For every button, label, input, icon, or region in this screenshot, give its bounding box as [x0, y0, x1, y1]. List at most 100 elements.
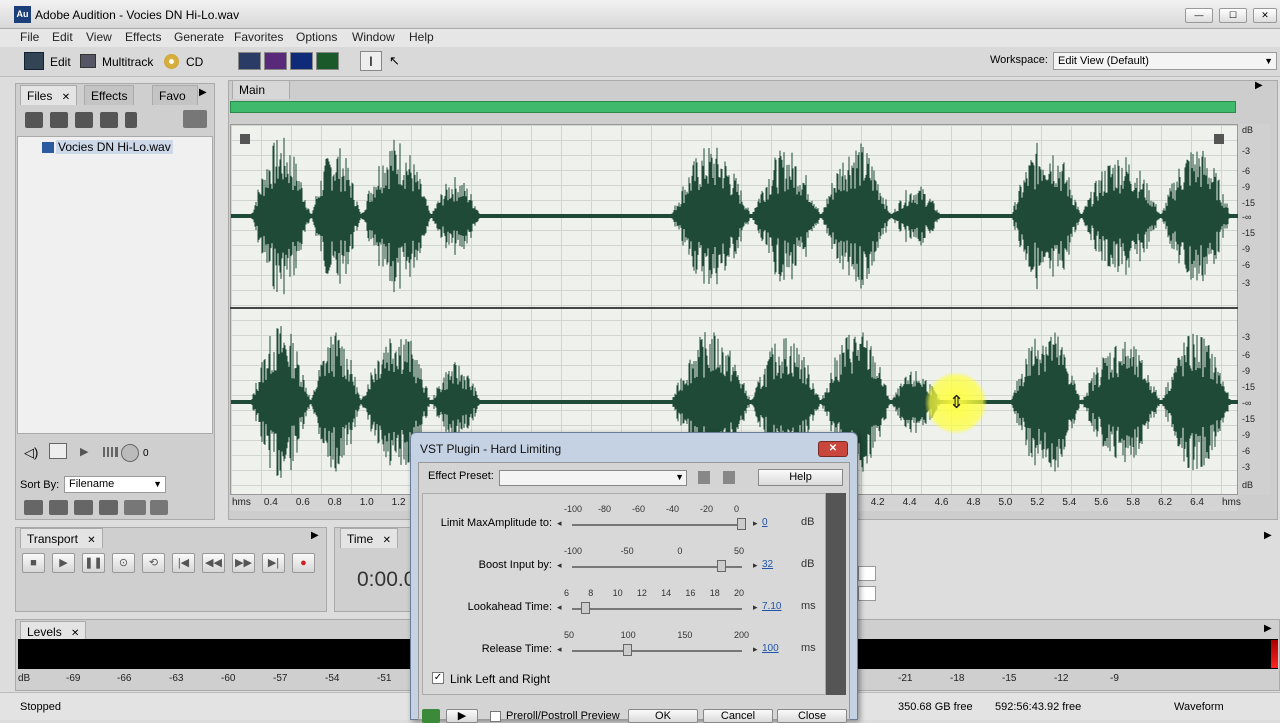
slider-thumb[interactable]: [737, 518, 746, 530]
rewind-button[interactable]: ◀◀: [202, 553, 225, 573]
slider-left-arrow-icon[interactable]: ◂: [557, 518, 562, 529]
close-file-icon[interactable]: [50, 112, 68, 128]
close-dialog-button[interactable]: Close: [777, 709, 847, 723]
phase-display-button[interactable]: [316, 52, 339, 70]
help-button[interactable]: Help: [758, 469, 843, 486]
slider-left-arrow-icon[interactable]: ◂: [557, 644, 562, 655]
preview-play-button[interactable]: ▶: [446, 709, 478, 723]
cancel-button[interactable]: Cancel: [703, 709, 773, 723]
tab-effects[interactable]: Effects: [84, 85, 135, 105]
close-window-button[interactable]: ✕: [1253, 8, 1277, 23]
tab-files[interactable]: Files ✕: [20, 85, 78, 105]
close-icon[interactable]: ✕: [383, 535, 391, 546]
close-icon[interactable]: ✕: [71, 628, 79, 639]
slider-right-arrow-icon[interactable]: ▸: [753, 560, 758, 571]
menu-favorites[interactable]: Favorites: [234, 30, 283, 44]
file-item[interactable]: Vocies DN Hi-Lo.wav: [56, 140, 173, 154]
main-panel-menu-icon[interactable]: ▶: [1255, 80, 1263, 91]
slider-track[interactable]: [572, 608, 742, 610]
menu-view[interactable]: View: [86, 30, 112, 44]
param-value[interactable]: 32: [762, 559, 773, 570]
loop-button[interactable]: ⟲: [142, 553, 165, 573]
play-button[interactable]: ▶: [52, 553, 75, 573]
tab-levels[interactable]: Levels ✕: [20, 621, 87, 641]
slider-left-arrow-icon[interactable]: ◂: [557, 560, 562, 571]
slider-track[interactable]: [572, 650, 742, 652]
menu-options[interactable]: Options: [296, 30, 337, 44]
waveform-display-button[interactable]: [238, 52, 261, 70]
hybrid-tool-icon[interactable]: ↖: [389, 53, 407, 69]
dialog-close-button[interactable]: ✕: [818, 441, 848, 457]
workspace-select[interactable]: Edit View (Default) ▼: [1053, 52, 1277, 70]
clip-indicator[interactable]: [1271, 640, 1278, 668]
tab-main[interactable]: Main: [232, 80, 290, 99]
show-audio-icon[interactable]: [24, 500, 43, 515]
time-selection-tool-icon[interactable]: I: [360, 51, 382, 71]
show-video-icon[interactable]: [99, 500, 118, 515]
close-icon[interactable]: ✕: [62, 92, 70, 103]
edit-view-button[interactable]: Edit: [50, 52, 71, 72]
slider-thumb[interactable]: [716, 560, 726, 572]
tab-favorites[interactable]: Favo: [152, 85, 198, 105]
close-icon[interactable]: ✕: [87, 535, 95, 546]
fade-out-handle[interactable]: [1214, 134, 1224, 144]
zoom-field[interactable]: [858, 566, 876, 581]
link-left-right-checkbox[interactable]: ✓: [432, 672, 444, 684]
selection-panel-menu-icon[interactable]: ▶: [1264, 530, 1272, 541]
slider-thumb[interactable]: [623, 644, 633, 656]
menu-generate[interactable]: Generate: [174, 30, 224, 44]
play-file-icon[interactable]: [125, 112, 137, 128]
slider-track[interactable]: [572, 524, 742, 526]
show-midi-icon[interactable]: [74, 500, 93, 515]
cd-view-button[interactable]: CD: [186, 52, 203, 72]
param-value[interactable]: 7.10: [762, 601, 781, 612]
go-to-end-button[interactable]: ▶|: [262, 553, 285, 573]
maximize-button[interactable]: ☐: [1219, 8, 1247, 23]
insert-multitrack-icon[interactable]: [75, 112, 93, 128]
panel-menu-icon[interactable]: ▶: [199, 87, 207, 98]
menu-file[interactable]: File: [20, 30, 39, 44]
levels-menu-icon[interactable]: ▶: [1264, 623, 1272, 634]
filter-icon[interactable]: [124, 500, 146, 515]
menu-edit[interactable]: Edit: [52, 30, 73, 44]
slider-left-arrow-icon[interactable]: ◂: [557, 602, 562, 613]
multitrack-button[interactable]: Multitrack: [102, 52, 153, 72]
effect-preset-select[interactable]: ▼: [499, 470, 687, 486]
save-preset-icon[interactable]: [698, 471, 710, 484]
zoom-field[interactable]: [858, 586, 876, 601]
menu-help[interactable]: Help: [409, 30, 434, 44]
param-value[interactable]: 0: [762, 517, 768, 528]
preroll-checkbox[interactable]: [490, 711, 501, 722]
pan-display-button[interactable]: [290, 52, 313, 70]
go-to-start-button[interactable]: |◀: [172, 553, 195, 573]
fade-in-handle[interactable]: [240, 134, 250, 144]
slider-right-arrow-icon[interactable]: ▸: [753, 518, 758, 529]
menu-window[interactable]: Window: [352, 30, 395, 44]
auto-play-icon[interactable]: [183, 110, 207, 128]
slider-right-arrow-icon[interactable]: ▸: [753, 644, 758, 655]
play-to-end-button[interactable]: ⊙: [112, 553, 135, 573]
spectral-display-button[interactable]: [264, 52, 287, 70]
menu-effects[interactable]: Effects: [125, 30, 161, 44]
ok-button[interactable]: OK: [628, 709, 698, 723]
tab-time[interactable]: Time ✕: [340, 528, 398, 548]
sort-by-select[interactable]: Filename ▼: [64, 476, 166, 493]
minimize-button[interactable]: —: [1185, 8, 1213, 23]
loop-icon[interactable]: [49, 443, 67, 459]
slider-thumb[interactable]: [580, 602, 590, 614]
slider-right-arrow-icon[interactable]: ▸: [753, 602, 758, 613]
speaker-icon[interactable]: ◁): [24, 445, 38, 461]
record-button[interactable]: ●: [292, 553, 315, 573]
parameters-scrollbar[interactable]: [826, 493, 846, 695]
power-icon[interactable]: [422, 709, 440, 723]
param-value[interactable]: 100: [762, 643, 779, 654]
overview-bar[interactable]: [230, 101, 1236, 113]
open-file-icon[interactable]: [25, 112, 43, 128]
pause-button[interactable]: ❚❚: [82, 553, 105, 573]
play-icon[interactable]: ▶: [80, 445, 88, 458]
volume-knob[interactable]: [121, 444, 139, 462]
tab-transport[interactable]: Transport ✕: [20, 528, 103, 548]
transport-menu-icon[interactable]: ▶: [311, 530, 319, 541]
full-path-icon[interactable]: [150, 500, 168, 515]
insert-cd-icon[interactable]: [100, 112, 118, 128]
